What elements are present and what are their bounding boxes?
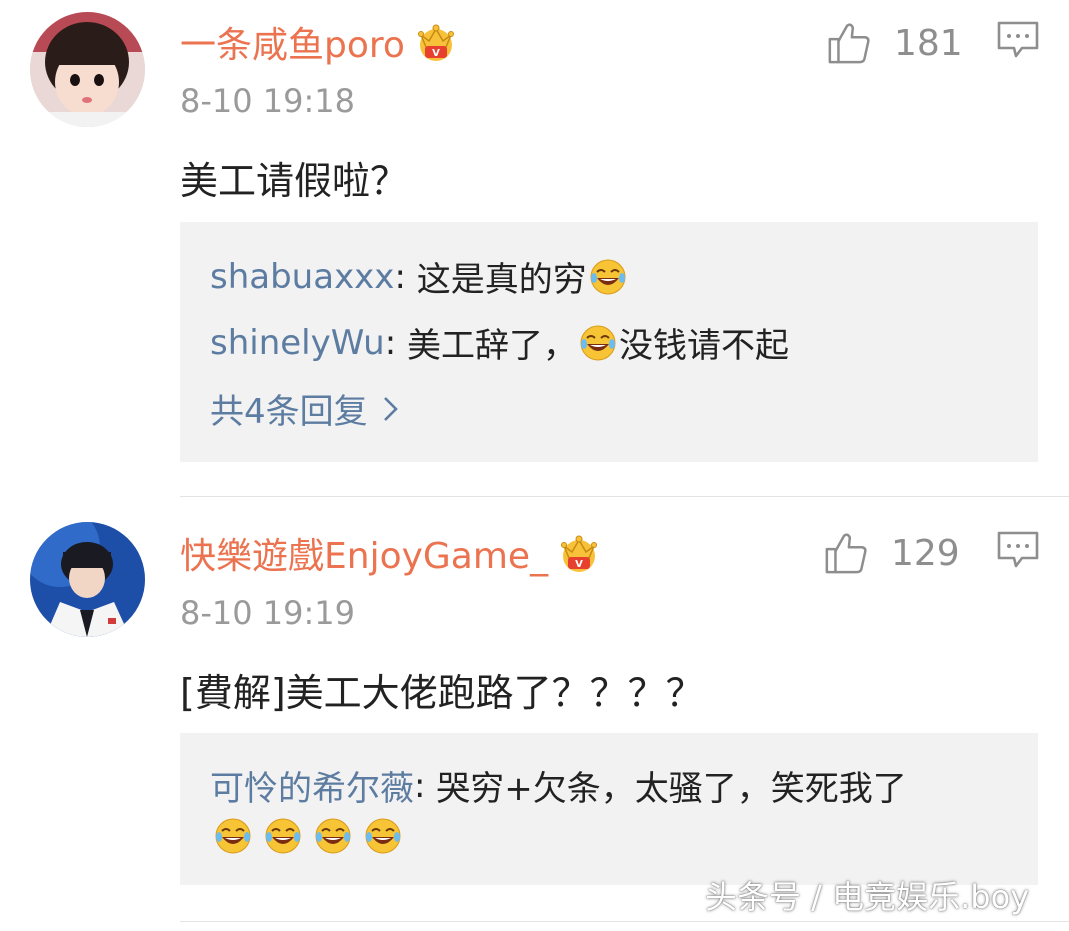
reply-line: shabuaxxx : 这是真的穷 [210, 252, 629, 301]
avatar[interactable] [30, 522, 145, 637]
avatar[interactable] [30, 12, 145, 127]
laugh-cry-emoji [214, 817, 252, 855]
reply-box: shabuaxxx : 这是真的穷 shinelyWu : 美工辞了， 没钱请不… [180, 222, 1038, 462]
username[interactable]: 快樂遊戲EnjoyGame_ [180, 527, 600, 579]
timestamp: 8-10 19:19 [180, 594, 356, 632]
laugh-cry-emoji [264, 817, 302, 855]
reply-line: shinelyWu : 美工辞了， 没钱请不起 [210, 318, 789, 367]
comment-reply-icon[interactable] [996, 530, 1040, 570]
thumbs-up-icon[interactable] [823, 530, 869, 576]
laugh-cry-emoji [364, 817, 402, 855]
reply-username[interactable]: shinelyWu [210, 323, 385, 363]
reply-text: 这是真的穷 [416, 260, 587, 300]
laugh-cry-emoji [314, 817, 352, 855]
reply-separator: : [414, 765, 437, 806]
like-count: 129 [891, 532, 960, 574]
thumbs-up-icon[interactable] [826, 20, 872, 66]
reply-text: 没钱请不起 [618, 326, 789, 366]
laugh-cry-emoji [579, 324, 617, 362]
like-count: 181 [894, 22, 963, 64]
like-button[interactable]: 181 [826, 20, 963, 66]
reply-separator: : [394, 256, 417, 297]
username-text[interactable]: 一条咸鱼poro [180, 16, 405, 68]
more-replies-label[interactable]: 共4条回复 [210, 384, 368, 433]
laugh-cry-emoji [589, 258, 627, 296]
comment-text: 美工请假啦？ [180, 159, 409, 203]
more-replies-link[interactable]: 共4条回复 [210, 384, 400, 433]
username[interactable]: 一条咸鱼poro [180, 16, 457, 68]
divider [180, 921, 1069, 922]
reply-separator: : [384, 322, 407, 363]
watermark: 头条号 / 电竞娱乐.boy [705, 878, 1030, 916]
reply-box: 可怜的希尔薇 : 哭穷+欠条，太骚了，笑死我了 [180, 733, 1038, 885]
reply-username[interactable]: shabuaxxx [210, 257, 394, 297]
like-button[interactable]: 129 [823, 530, 960, 576]
chevron-right-icon [383, 396, 398, 421]
crown-vip-icon [558, 532, 600, 574]
reply-text: 美工辞了， [406, 326, 577, 366]
comment-item: 一条咸鱼poro 8-10 19:18 美工请假啦？ 181 shabuaxxx… [0, 0, 1069, 495]
reply-username[interactable]: 可怜的希尔薇 [210, 761, 414, 810]
reply-line: 可怜的希尔薇 : 哭穷+欠条，太骚了，笑死我了 [210, 761, 907, 810]
comment-reply-icon[interactable] [996, 20, 1040, 60]
crown-vip-icon [415, 21, 457, 63]
username-text[interactable]: 快樂遊戲EnjoyGame_ [180, 527, 548, 579]
emoji-row [212, 817, 404, 855]
comment-item: 快樂遊戲EnjoyGame_ 8-10 19:19 [費解]美工大佬跑路了？？？… [0, 497, 1069, 927]
comment-text: [費解]美工大佬跑路了？？？？ [180, 671, 704, 715]
reply-text: 哭穷+欠条，太骚了，笑死我了 [436, 769, 907, 809]
timestamp: 8-10 19:18 [180, 82, 356, 120]
